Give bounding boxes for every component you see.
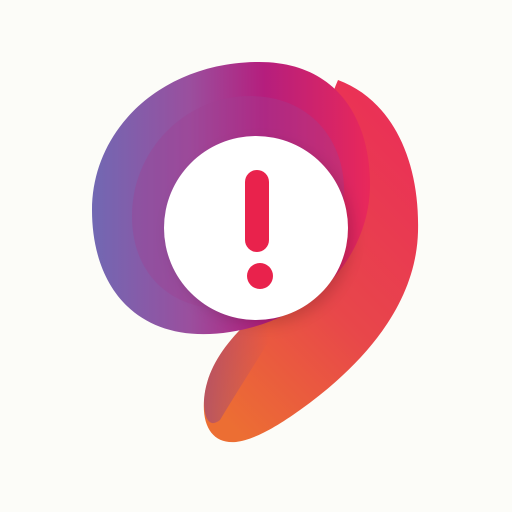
app-icon-canvas (0, 0, 512, 512)
exclamation-bar (245, 170, 269, 252)
exclamation-dot (247, 263, 273, 289)
exclamation-icon (245, 170, 273, 289)
alert-logo-icon (92, 61, 419, 443)
